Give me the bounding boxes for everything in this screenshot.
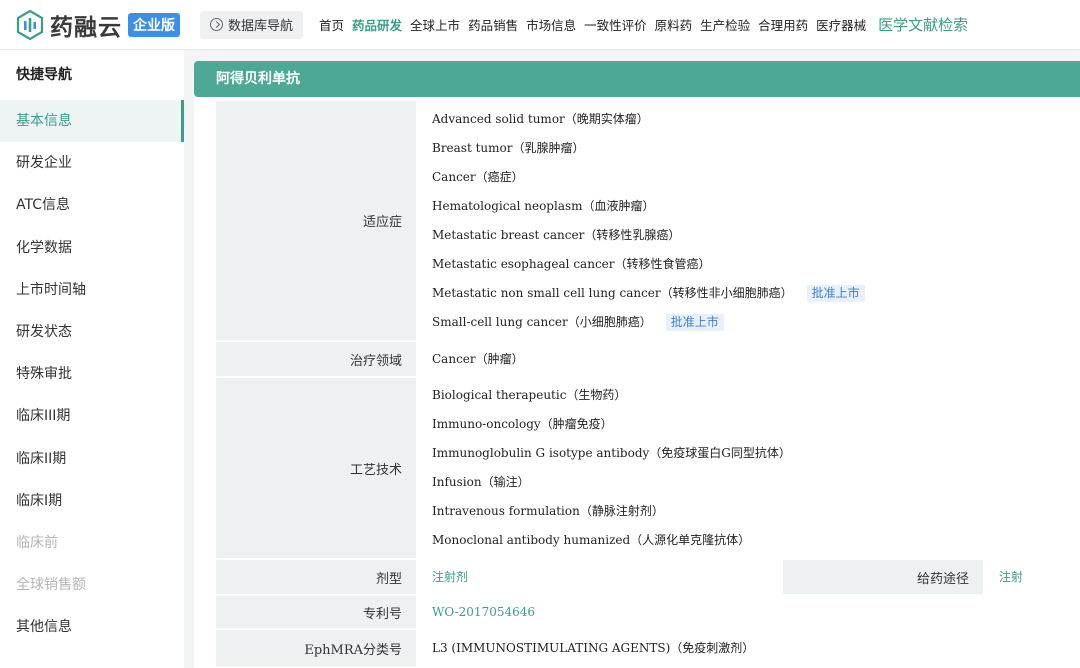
ephmra-value: L3 (IMMUNOSTIMULATING AGENTS)（免疫刺激剂） (432, 640, 755, 655)
list-item: Biological therapeutic（生物药） (432, 388, 627, 402)
row-indications: 适应症 Advanced solid tumor（晚期实体瘤） Breast t… (216, 101, 1080, 340)
nav-drug-sales[interactable]: 药品销售 (468, 15, 518, 34)
list-item: Advanced solid tumor（晚期实体瘤） (432, 105, 1080, 134)
nav-drug-rd[interactable]: 药品研发 (352, 15, 402, 34)
list-item: Metastatic non small cell lung cancer（转移… (432, 279, 1080, 308)
main-content: 阿得贝利单抗 适应症 Advanced solid tumor（晚期实体瘤） B… (194, 61, 1080, 668)
main-nav: 首页 药品研发 全球上市 药品销售 市场信息 一致性评价 原料药 生产检验 合理… (319, 14, 976, 35)
database-nav-label: 数据库导航 (228, 19, 294, 34)
indications-list: Advanced solid tumor（晚期实体瘤） Breast tumor… (416, 101, 1080, 340)
technology-label: 工艺技术 (216, 378, 416, 558)
dosage-form-link[interactable]: 注射剂 (432, 563, 783, 592)
sidebar-item-phase-2[interactable]: 临床II期 (0, 438, 184, 480)
nav-global-market[interactable]: 全球上市 (410, 15, 460, 34)
compass-icon (210, 18, 223, 31)
dosage-form-label: 剂型 (216, 560, 416, 594)
list-item: Intravenous formulation（静脉注射剂） (432, 504, 664, 518)
indication-text: Breast tumor（乳腺肿瘤） (432, 140, 585, 155)
sidebar-item-special-approval[interactable]: 特殊审批 (0, 353, 184, 395)
patent-label: 专利号 (216, 596, 416, 628)
list-item: Immuno-oncology（肿瘤免疫） (432, 417, 613, 431)
approval-status-badge[interactable]: 批准上市 (806, 284, 865, 302)
approval-status-badge[interactable]: 批准上市 (665, 313, 724, 331)
list-item: Infusion（输注） (432, 475, 530, 489)
sidebar-item-phase-1[interactable]: 临床I期 (0, 480, 184, 522)
sidebar-item-rd-companies[interactable]: 研发企业 (0, 142, 184, 184)
list-item: Metastatic esophageal cancer（转移性食管癌） (432, 250, 1080, 279)
list-item: Metastatic breast cancer（转移性乳腺癌） (432, 221, 1080, 250)
nav-rational-use[interactable]: 合理用药 (758, 15, 808, 34)
patent-link[interactable]: WO-2017054646 (432, 601, 1080, 623)
list-item: Cancer（癌症） (432, 163, 1080, 192)
indication-text: Metastatic esophageal cancer（转移性食管癌） (432, 256, 711, 271)
indication-text: Cancer（癌症） (432, 169, 524, 184)
indication-text: Hematological neoplasm（血液肿瘤） (432, 198, 655, 213)
indications-label: 适应症 (216, 101, 416, 340)
nav-medical-devices[interactable]: 医疗器械 (816, 15, 866, 34)
database-nav-button[interactable]: 数据库导航 (200, 10, 304, 39)
indication-text: Metastatic non small cell lung cancer（转移… (432, 285, 793, 300)
list-item: Hematological neoplasm（血液肿瘤） (432, 192, 1080, 221)
list-item: Small-cell lung cancer（小细胞肺癌） 批准上市 (432, 308, 1080, 337)
sidebar-item-chemical-data[interactable]: 化学数据 (0, 227, 184, 269)
edition-badge: 企业版 (128, 12, 180, 37)
app-logo[interactable]: 药融云 企业版 (14, 0, 180, 50)
sidebar-item-other-info[interactable]: 其他信息 (0, 606, 184, 648)
nav-production-testing[interactable]: 生产检验 (700, 15, 750, 34)
indication-text: Metastatic breast cancer（转移性乳腺癌） (432, 227, 681, 242)
logo-text: 药融云 (50, 13, 122, 41)
sidebar-item-basic-info[interactable]: 基本信息 (0, 100, 184, 143)
sidebar-item-preclinical: 临床前 (16, 534, 58, 551)
technology-list: Biological therapeutic（生物药） Immuno-oncol… (416, 378, 1080, 558)
sidebar-item-global-sales: 全球销售额 (16, 577, 86, 594)
indication-text: Advanced solid tumor（晚期实体瘤） (432, 111, 649, 126)
row-patent: 专利号 WO-2017054646 (216, 596, 1080, 628)
drug-title-bar: 阿得贝利单抗 (194, 61, 1080, 97)
nav-literature-search[interactable]: 医学文献检索 (878, 14, 968, 35)
nav-home[interactable]: 首页 (319, 15, 344, 34)
sidebar-item-rd-status[interactable]: 研发状态 (0, 311, 184, 353)
sidebar-item-phase-3[interactable]: 临床III期 (0, 395, 184, 437)
therapy-area-label: 治疗领域 (216, 342, 416, 376)
row-therapy-area: 治疗领域 Cancer（肿瘤） (216, 342, 1080, 376)
sidebar-title: 快捷导航 (16, 67, 72, 83)
sidebar-item-atc-info[interactable]: ATC信息 (0, 184, 184, 226)
list-item: Monoclonal antibody humanized（人源化单克隆抗体） (432, 533, 751, 547)
list-item: Breast tumor（乳腺肿瘤） (432, 134, 1080, 163)
nav-api[interactable]: 原料药 (655, 15, 693, 34)
logo-icon (14, 9, 46, 41)
indication-text: Small-cell lung cancer（小细胞肺癌） (432, 314, 652, 329)
sidebar-item-launch-timeline[interactable]: 上市时间轴 (0, 269, 184, 311)
therapy-area-value: Cancer（肿瘤） (432, 351, 524, 366)
ephmra-label: EphMRA分类号 (216, 630, 416, 666)
nav-market-info[interactable]: 市场信息 (526, 15, 576, 34)
row-technology: 工艺技术 Biological therapeutic（生物药） Immuno-… (216, 378, 1080, 558)
nav-consistency-eval[interactable]: 一致性评价 (584, 15, 647, 34)
row-dosage-route: 剂型 注射剂 给药途径 注射 (216, 560, 1080, 594)
list-item: Immunoglobulin G isotype antibody（免疫球蛋白G… (432, 446, 791, 460)
route-link[interactable]: 注射 (999, 563, 1080, 592)
drug-detail-table: 适应症 Advanced solid tumor（晚期实体瘤） Breast t… (194, 97, 1080, 668)
quick-nav-sidebar: 快捷导航 基本信息 研发企业 ATC信息 化学数据 上市时间轴 研发状态 特殊审… (0, 50, 184, 668)
top-header: 药融云 企业版 数据库导航 首页 药品研发 全球上市 药品销售 市场信息 一致性… (0, 0, 1080, 50)
route-label: 给药途径 (783, 560, 983, 594)
row-ephmra: EphMRA分类号 L3 (IMMUNOSTIMULATING AGENTS)（… (216, 630, 1080, 666)
